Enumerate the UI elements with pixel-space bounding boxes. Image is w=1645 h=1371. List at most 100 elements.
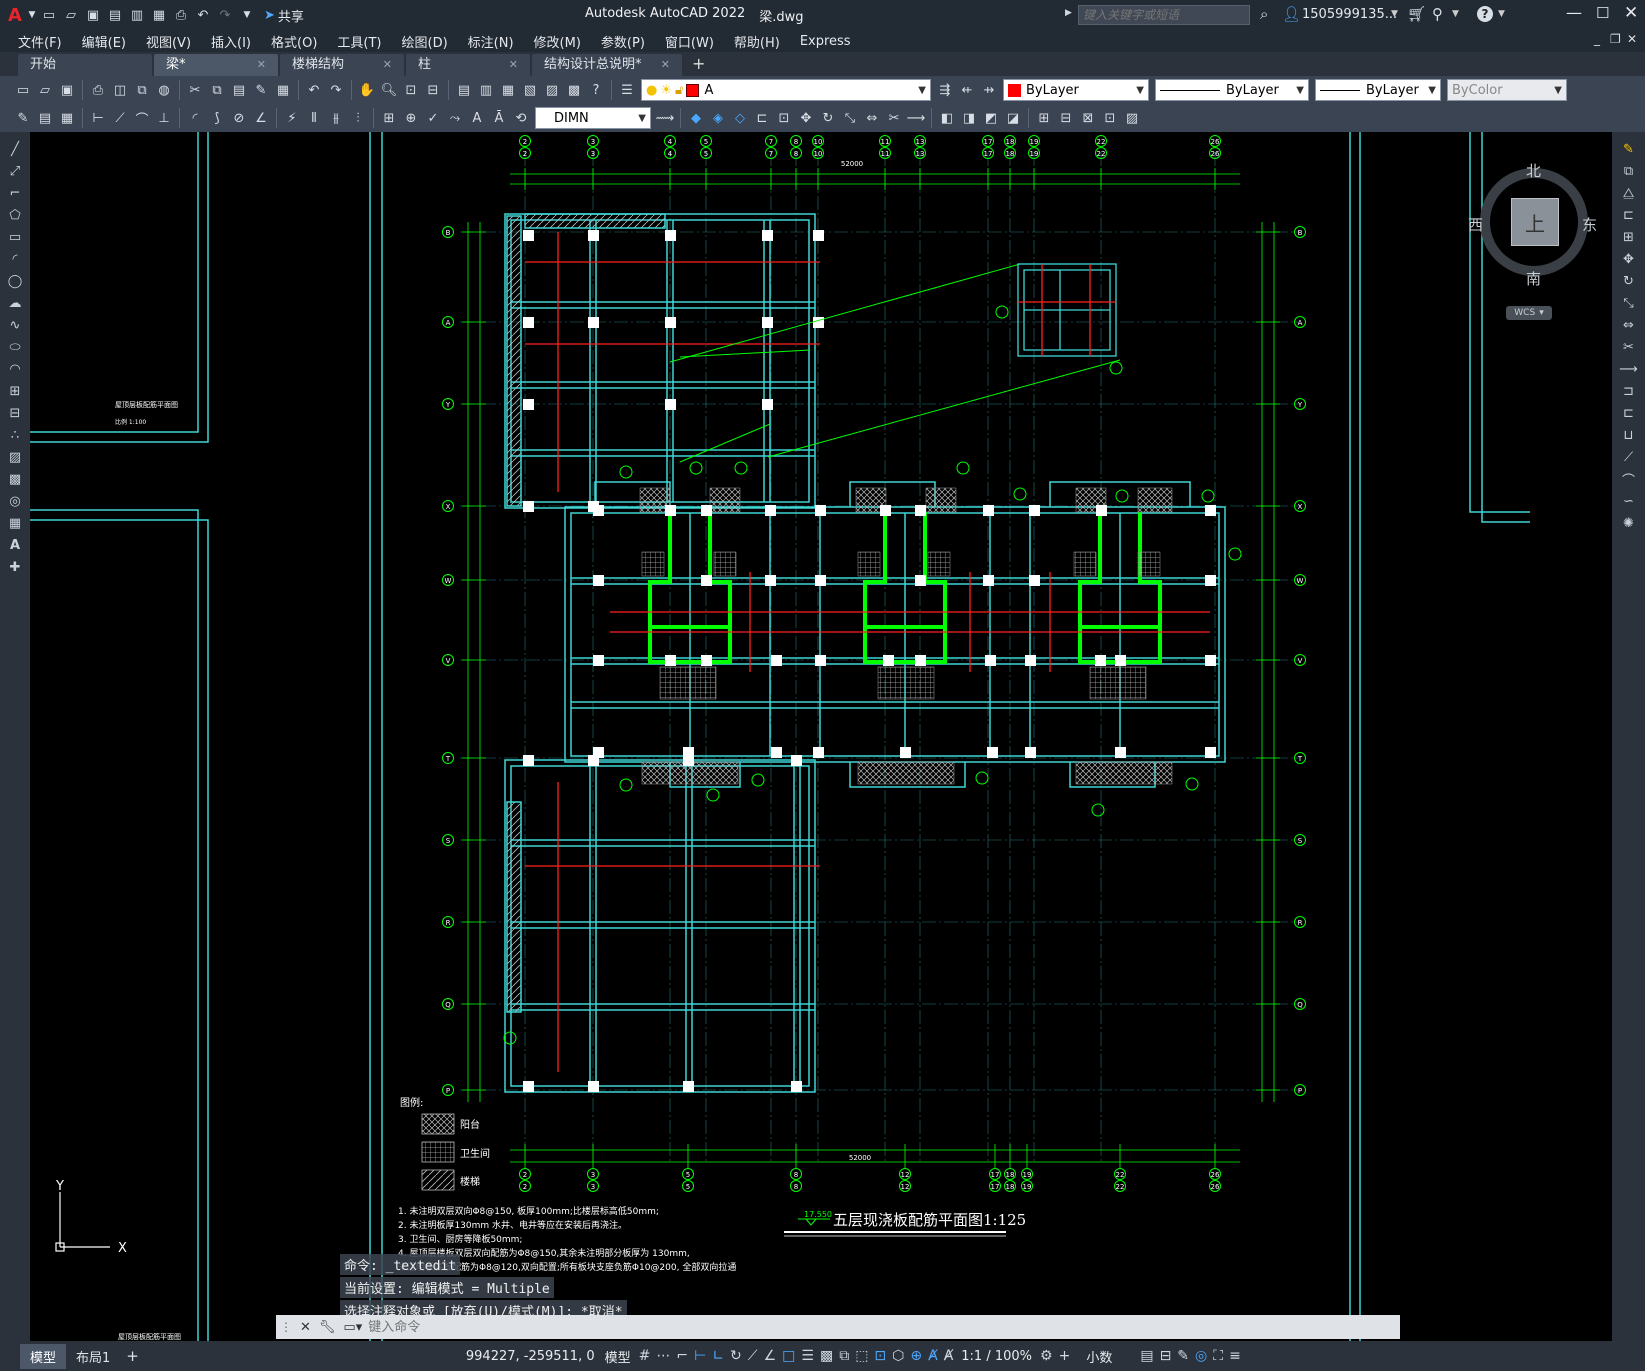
dimstyle-dropdown[interactable]: DIMN ▼ [535,107,651,129]
zoom-previous-icon[interactable]: ⊟ [423,80,443,100]
revcloud-icon[interactable]: ☁ [4,293,26,313]
autocad-logo-icon[interactable]: A [8,5,26,26]
help-icon[interactable]: ? [1477,6,1493,22]
user-chevron-icon[interactable]: ▼ [1391,9,1398,19]
grid-icon[interactable]: # [636,1348,654,1364]
layer-walk-icon[interactable]: ▤ [35,108,55,128]
dynamic-ucs-icon[interactable]: ⊡ [871,1348,889,1364]
coordinate-readout[interactable]: 994227, -259511, 0 [461,1341,600,1371]
join-icon[interactable]: ⊔ [1618,425,1640,445]
compass-west[interactable]: 西 [1468,214,1483,235]
3d-dwf-icon[interactable]: ◍ [154,80,174,100]
menu-modify[interactable]: 修改(M) [524,32,591,51]
aligned-dim-icon[interactable]: ⟋ [110,108,130,128]
layout-tab-model[interactable]: 模型 [20,1343,67,1369]
transparency-icon[interactable]: ▩ [817,1348,836,1364]
open-web-icon[interactable]: ▥ [127,5,147,25]
menu-window[interactable]: 窗口(W) [655,32,724,51]
layer-iso-icon[interactable]: ▦ [57,108,77,128]
object-snap-icon[interactable]: □ [779,1348,798,1364]
search-input[interactable] [1078,5,1250,25]
menu-file[interactable]: 文件(F) [8,32,72,51]
add-selected-icon[interactable]: ✚ [4,557,26,577]
print-icon[interactable]: ⎙ [88,80,108,100]
customization-icon[interactable]: ≡ [1226,1348,1244,1364]
cad-drawing[interactable]: 屋顶层板配筋平面图 比例 1:100 屋顶层板配筋平面图 B BA AY YX … [30,132,1612,1341]
menu-insert[interactable]: 插入(I) [201,32,261,51]
viewcube[interactable]: 上 北 南 西 东 WCS ▾ [1468,150,1608,340]
compass-north[interactable]: 北 [1526,160,1541,181]
stretch-icon[interactable]: ⇔ [1618,315,1640,335]
menu-view[interactable]: 视图(V) [136,32,201,51]
menu-express[interactable]: Express [790,34,861,49]
drawing-canvas[interactable]: 屋顶层板配筋平面图 比例 1:100 屋顶层板配筋平面图 B B A A Y Y… [30,132,1612,1341]
selection-filter-icon[interactable]: ⬡ [889,1348,907,1364]
construction-line-icon[interactable]: ⤢ [4,161,26,181]
annotation-monitor-icon[interactable]: + [1056,1348,1074,1364]
rotate-icon[interactable]: ↻ [1618,271,1640,291]
redo-icon[interactable]: ↷ [215,5,235,25]
lineweight-dropdown[interactable]: ByLayer ▼ [1315,79,1441,101]
mirror-icon[interactable]: ⧋ [1618,183,1640,203]
table-icon[interactable]: ▦ [4,513,26,533]
copy-icon[interactable]: ⧉ [207,80,227,100]
share-button[interactable]: ➤ 共享 [264,6,304,25]
new-file-icon[interactable]: ▭ [39,5,59,25]
modify-trim-icon[interactable]: ✂ [884,108,904,128]
doc-close-icon[interactable]: ✕ [1627,32,1637,46]
infer-constraints-icon[interactable]: ⌐ [673,1348,691,1364]
save-icon[interactable]: ▣ [83,5,103,25]
blend-icon[interactable]: ∽ [1618,491,1640,511]
region-icon[interactable]: ◎ [4,491,26,511]
make-current-icon[interactable]: ⇶ [935,80,955,100]
ellipse-icon[interactable]: ⬭ [4,337,26,357]
menu-edit[interactable]: 编辑(E) [72,32,136,51]
arc-icon[interactable]: ◜ [4,249,26,269]
workspace-icon[interactable]: ⚙ [1037,1348,1056,1364]
modify-erase-icon[interactable]: ◆ [686,108,706,128]
menu-tools[interactable]: 工具(T) [327,32,391,51]
app-menu-chevron-icon[interactable]: ▼ [27,5,37,25]
spline-icon[interactable]: ∿ [4,315,26,335]
zoom-window-icon[interactable]: ⊡ [401,80,421,100]
properties-icon[interactable]: ▤ [454,80,474,100]
ortho-icon[interactable]: ∟ [709,1348,727,1364]
block-editor-icon[interactable]: ▦ [273,80,293,100]
customize-icon[interactable]: ▼ [237,5,257,25]
draworder-under-icon[interactable]: ◪ [1003,108,1023,128]
xref-icon[interactable]: ⊡ [1100,108,1120,128]
undo-icon[interactable]: ↶ [304,80,324,100]
modify-extend-icon[interactable]: ⟶ [906,108,926,128]
layer-dropdown[interactable]: ● ☀ 🔓︎ A ▼ [641,79,931,101]
command-close-icon[interactable]: ✕ [300,1320,311,1335]
cut-icon[interactable]: ✂ [185,80,205,100]
cart-icon[interactable]: 🛒︎ [1407,5,1426,23]
draworder-front-icon[interactable]: ◧ [937,108,957,128]
preview-icon[interactable]: ◫ [110,80,130,100]
help-chevron-icon[interactable]: ▼ [1498,9,1505,19]
user-icon[interactable]: 👤︎ [1282,5,1301,23]
line-icon[interactable]: ╱ [4,139,26,159]
polygon-icon[interactable]: ⬠ [4,205,26,225]
point-icon[interactable]: ∴ [4,425,26,445]
diameter-dim-icon[interactable]: ⊘ [229,108,249,128]
layout-tab-layout1[interactable]: 布局1 [66,1344,120,1369]
quick-dim-icon[interactable]: ⚡ [282,108,302,128]
insert-block-icon[interactable]: ⊞ [1034,108,1054,128]
linetype-dropdown[interactable]: ByLayer ▼ [1155,79,1309,101]
sheet-set-icon[interactable]: ▧ [520,80,540,100]
linear-dim-icon[interactable]: ⊢ [88,108,108,128]
quickcalc-icon[interactable]: ▩ [564,80,584,100]
draworder-back-icon[interactable]: ◨ [959,108,979,128]
modify-copy-icon[interactable]: ◈ [708,108,728,128]
modify-scale-icon[interactable]: ⤡ [840,108,860,128]
color-dropdown[interactable]: ByLayer ▼ [1003,79,1149,101]
isolate-objects-icon[interactable]: ✎ [1174,1348,1192,1364]
move-icon[interactable]: ✥ [1618,249,1640,269]
isodraft-icon[interactable]: ⟋ [745,1348,761,1364]
compass-east[interactable]: 东 [1582,214,1597,235]
hardware-acceleration-icon[interactable]: ◎ [1192,1348,1210,1364]
jogged-dim-icon[interactable]: ⟆ [207,108,227,128]
arc-length-icon[interactable]: ⌒ [132,108,152,128]
tolerance-icon[interactable]: ⊞ [379,108,399,128]
